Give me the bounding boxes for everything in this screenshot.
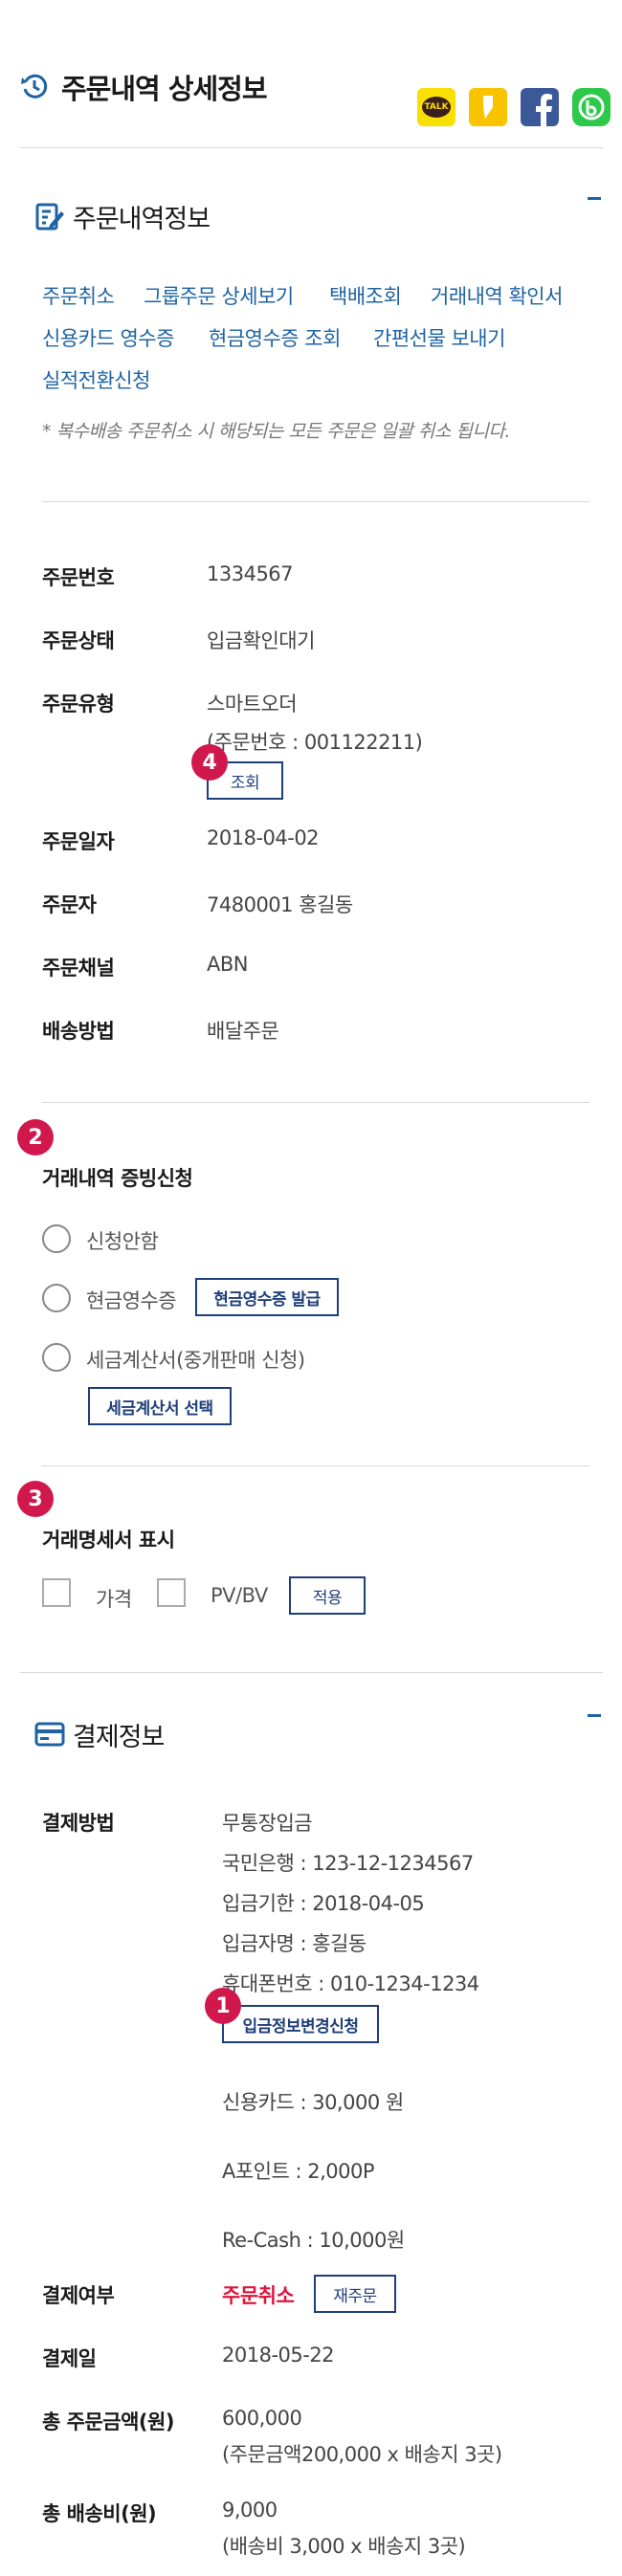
payment-method-label: 결제방법: [42, 1812, 115, 1835]
shipping-fee-value: 9,000: [222, 2499, 278, 2521]
payment-credit-card: 신용카드 : 30,000 원: [222, 2091, 404, 2114]
link-cash-receipt-lookup[interactable]: 현금영수증 조회: [209, 323, 341, 352]
link-send-gift[interactable]: 간편선물 보내기: [373, 323, 505, 352]
link-transaction-statement[interactable]: 거래내역 확인서: [431, 281, 563, 310]
collapse-icon[interactable]: [588, 197, 601, 200]
order-channel-value: ABN: [207, 953, 248, 976]
order-no-label: 주문번호: [42, 566, 115, 589]
order-type-value: 스마트오더: [207, 693, 298, 716]
payment-info-title: 결제정보: [73, 1723, 165, 1752]
total-amount-label: 총 주문금액(원): [42, 2411, 174, 2433]
order-date-label: 주문일자: [42, 830, 115, 853]
radio-tax-invoice-label: 세금계산서(중개판매 신청): [86, 1349, 305, 1372]
facebook-share-icon[interactable]: [521, 88, 559, 126]
checkbox-pv-bv[interactable]: [157, 1578, 186, 1607]
link-cancel-order[interactable]: 주문취소: [42, 281, 115, 310]
divider: [42, 501, 589, 502]
radio-tax-invoice[interactable]: [42, 1343, 71, 1372]
marker-badge-2: 2: [17, 1119, 54, 1156]
order-type-label: 주문유형: [42, 693, 115, 716]
proof-request-title: 거래내역 증빙신청: [42, 1167, 193, 1190]
checkbox-pv-bv-label: PV/BV: [211, 1584, 268, 1607]
payment-depositor: 입금자명 : 홍길동: [222, 1932, 367, 1955]
shipping-fee-sub: (배송비 3,000 x 배송지 3곳): [222, 2535, 466, 2558]
order-info-icon: [34, 201, 65, 231]
total-amount-value: 600,000: [222, 2407, 302, 2430]
shipping-fee-label: 총 배송비(원): [42, 2502, 157, 2525]
orderer-value: 7480001 홍길동: [207, 893, 353, 916]
link-group-order-detail[interactable]: 그룹주문 상세보기: [144, 281, 294, 310]
cash-receipt-issue-button[interactable]: 현금영수증 발급: [195, 1278, 339, 1316]
marker-badge-3: 3: [17, 1481, 54, 1517]
history-icon: [19, 71, 50, 101]
divider: [19, 147, 603, 148]
total-amount-sub: (주문금액200,000 x 배송지 3곳): [222, 2443, 502, 2466]
kakaostory-share-icon[interactable]: [469, 88, 507, 126]
payment-bank-account: 국민은행 : 123-12-1234567: [222, 1852, 474, 1875]
deposit-info-change-button[interactable]: 입금정보변경신청: [222, 2005, 379, 2043]
radio-cash-receipt-label: 현금영수증: [86, 1289, 177, 1312]
link-performance-conversion[interactable]: 실적전환신청: [42, 365, 150, 394]
order-no-value: 1334567: [207, 562, 294, 585]
payment-status-value: 주문취소: [222, 2284, 295, 2307]
card-icon: [34, 1722, 65, 1747]
payment-date-value: 2018-05-22: [222, 2344, 335, 2367]
tax-invoice-select-button[interactable]: 세금계산서 선택: [88, 1387, 232, 1425]
page-title: 주문내역 상세정보: [61, 73, 268, 105]
link-parcel-tracking[interactable]: 택배조회: [329, 281, 402, 310]
payment-date-label: 결제일: [42, 2347, 97, 2370]
payment-deadline: 입금기한 : 2018-04-05: [222, 1892, 425, 1915]
orderer-label: 주문자: [42, 893, 97, 916]
reorder-button[interactable]: 재주문: [314, 2275, 396, 2313]
order-status-label: 주문상태: [42, 629, 115, 652]
payment-method-line: 무통장입금: [222, 1812, 313, 1835]
statement-display-title: 거래명세서 표시: [42, 1529, 175, 1552]
order-info-title: 주문내역정보: [73, 205, 211, 234]
payment-status-label: 결제여부: [42, 2284, 115, 2307]
checkbox-price-label: 가격: [96, 1588, 132, 1611]
divider: [42, 1465, 589, 1466]
marker-badge-1: 1: [205, 1988, 241, 2024]
checkbox-price[interactable]: [42, 1578, 71, 1607]
collapse-icon[interactable]: [588, 1714, 601, 1717]
radio-no-request[interactable]: [42, 1224, 71, 1253]
divider: [19, 1672, 603, 1673]
payment-a-point: A포인트 : 2,000P: [222, 2160, 375, 2183]
kakaotalk-share-icon[interactable]: TALK: [417, 88, 455, 126]
band-share-icon[interactable]: [572, 88, 611, 126]
link-card-receipt[interactable]: 신용카드 영수증: [42, 323, 174, 352]
radio-no-request-label: 신청안함: [86, 1230, 159, 1253]
marker-badge-4: 4: [191, 744, 228, 781]
delivery-method-label: 배송방법: [42, 1020, 115, 1043]
order-status-value: 입금확인대기: [207, 629, 315, 652]
payment-re-cash: Re-Cash : 10,000원: [222, 2229, 405, 2252]
radio-cash-receipt[interactable]: [42, 1284, 71, 1312]
payment-phone: 휴대폰번호 : 010-1234-1234: [222, 1972, 479, 1995]
order-date-value: 2018-04-02: [207, 826, 320, 849]
apply-button[interactable]: 적용: [289, 1576, 366, 1615]
delivery-method-value: 배달주문: [207, 1020, 279, 1043]
cancel-note: * 복수배송 주문취소 시 해당되는 모든 주문은 일괄 취소 됩니다.: [42, 421, 510, 442]
order-type-sub: (주문번호 : 001122211): [207, 731, 423, 754]
divider: [42, 1102, 589, 1103]
order-channel-label: 주문채널: [42, 957, 115, 980]
